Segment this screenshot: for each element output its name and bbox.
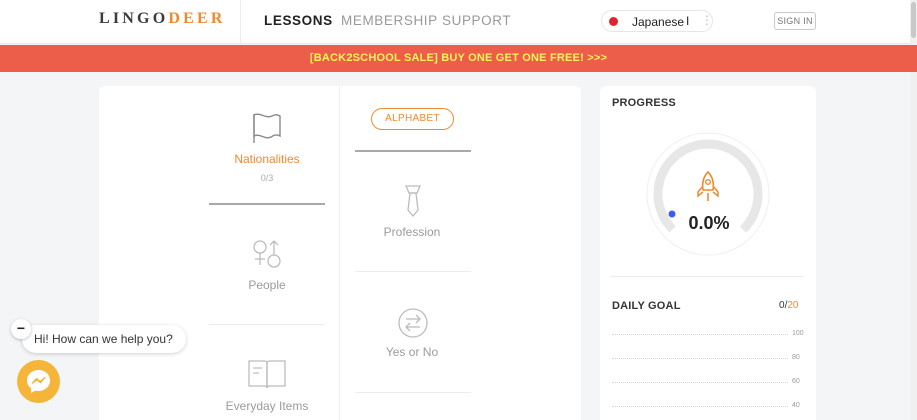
chat-minimize-button[interactable]: −: [11, 319, 31, 339]
lesson-divider: [355, 392, 471, 393]
flag-icon: [253, 113, 281, 143]
lesson-name: Everyday Items: [225, 399, 309, 413]
chat-greeting-bubble[interactable]: Hi! How can we help you?: [22, 325, 186, 353]
alphabet-underline: [355, 150, 471, 152]
arrows-exchange-icon: [398, 308, 428, 338]
goal-gridline: [612, 382, 788, 383]
sign-in-button[interactable]: SIGN IN: [774, 12, 816, 30]
panel-divider: [610, 276, 804, 277]
goal-gridline: [612, 358, 788, 359]
alphabet-pill-button[interactable]: ALPHABET: [371, 108, 454, 130]
goal-tick-label: 40: [792, 402, 800, 409]
japan-flag-icon: [609, 17, 618, 26]
daily-goal-title: DAILY GOAL: [612, 300, 681, 312]
more-options-icon[interactable]: ⋮: [701, 13, 713, 27]
scrollbar-thumb[interactable]: [911, 2, 916, 38]
gender-icon: [253, 240, 281, 268]
chat-greeting-text: Hi! How can we help you?: [34, 332, 173, 346]
book-icon: [248, 360, 286, 389]
column-divider: [339, 86, 340, 420]
goal-tick-label: 80: [792, 354, 800, 361]
lesson-name: People: [248, 278, 286, 292]
header-divider: [240, 0, 241, 44]
messenger-icon: [27, 370, 50, 393]
progress-panel: PROGRESS 0.0% DAILY GOAL 0/20 100 80 60 …: [600, 86, 816, 420]
language-selector[interactable]: Japanese I ⋮: [601, 10, 713, 32]
lesson-progress: 0/3: [260, 173, 274, 183]
rocket-icon: [697, 170, 719, 201]
lesson-name: Yes or No: [385, 345, 439, 359]
lesson-divider: [209, 324, 325, 325]
active-lesson-underline: [209, 203, 325, 205]
promo-banner[interactable]: [BACK2SCHOOL SALE] BUY ONE GET ONE FREE!…: [0, 45, 917, 72]
goal-gridline: [612, 334, 788, 335]
top-navigation-bar: LINGODEER LESSONS MEMBERSHIP SUPPORT Jap…: [0, 0, 917, 44]
lingodeer-logo[interactable]: LINGODEER: [99, 10, 226, 28]
daily-goal-counter: 0/20: [779, 300, 799, 311]
lessons-card: Nationalities 0/3 People Everyday Items …: [99, 86, 581, 420]
nav-lessons[interactable]: LESSONS: [264, 13, 333, 28]
goal-tick-label: 60: [792, 378, 800, 385]
messenger-chat-button[interactable]: [17, 360, 60, 403]
progress-title: PROGRESS: [612, 97, 676, 109]
progress-percent: 0.0%: [688, 213, 730, 233]
nav-support[interactable]: SUPPORT: [442, 13, 511, 28]
lesson-divider: [355, 271, 471, 272]
lesson-name: Nationalities: [234, 152, 300, 166]
goal-gridline: [612, 406, 788, 407]
language-name: Japanese: [632, 15, 685, 29]
text-cursor-icon: I: [686, 14, 690, 28]
progress-indicator-dot: [668, 210, 676, 218]
nav-membership[interactable]: MEMBERSHIP: [341, 13, 438, 28]
necktie-icon: [405, 185, 421, 218]
goal-tick-label: 100: [792, 330, 804, 337]
lesson-name: Profession: [383, 225, 441, 239]
